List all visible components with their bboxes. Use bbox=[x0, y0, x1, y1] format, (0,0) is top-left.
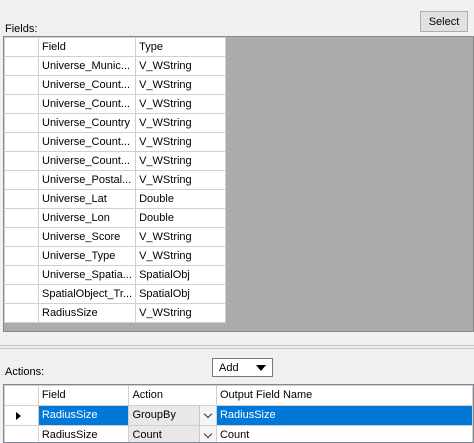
field-name-cell[interactable]: Universe_Count... bbox=[37, 151, 137, 171]
field-name-cell[interactable]: Universe_Count... bbox=[37, 75, 137, 95]
field-type-cell[interactable]: V_WString bbox=[135, 75, 227, 95]
action-value: GroupBy bbox=[132, 409, 176, 421]
fields-row[interactable]: Universe_Lon Double bbox=[4, 208, 227, 228]
current-row-arrow-icon bbox=[16, 411, 21, 420]
action-row-header[interactable] bbox=[4, 425, 39, 442]
field-type-cell[interactable]: V_WString bbox=[135, 246, 227, 266]
fields-row[interactable]: Universe_Type V_WString bbox=[4, 246, 227, 266]
chevron-down-icon bbox=[203, 429, 213, 439]
field-type-cell[interactable]: V_WString bbox=[135, 303, 227, 323]
field-type-cell[interactable]: V_WString bbox=[135, 170, 227, 190]
select-button[interactable]: Select bbox=[420, 11, 468, 32]
field-name-cell[interactable]: Universe_Munic... bbox=[37, 56, 137, 76]
fields-grid[interactable]: Field Type Universe_Munic... V_WString Uni… bbox=[3, 36, 474, 332]
chevron-down-icon bbox=[203, 409, 213, 419]
action-value: Count bbox=[132, 429, 162, 441]
fields-row[interactable]: SpatialObject_Tr... SpatialObj bbox=[4, 284, 227, 304]
action-field-cell[interactable]: RadiusSize bbox=[37, 405, 130, 426]
fields-row[interactable]: Universe_Count... V_WString bbox=[4, 94, 227, 114]
field-type-cell[interactable]: V_WString bbox=[135, 151, 227, 171]
row-header-cell[interactable] bbox=[4, 246, 39, 266]
field-type-cell[interactable]: V_WString bbox=[135, 94, 227, 114]
action-combo-cell[interactable]: Count bbox=[128, 425, 217, 442]
fields-row[interactable]: Universe_Spatia... SpatialObj bbox=[4, 265, 227, 285]
field-type-cell[interactable]: Double bbox=[135, 189, 227, 209]
fields-row[interactable]: Universe_Count... V_WString bbox=[4, 132, 227, 152]
field-name-cell[interactable]: RadiusSize bbox=[37, 303, 137, 323]
fields-row[interactable]: Universe_Lat Double bbox=[4, 189, 227, 209]
field-name-cell[interactable]: Universe_Count... bbox=[37, 94, 137, 114]
action-field-cell[interactable]: RadiusSize bbox=[37, 425, 130, 442]
column-header-field[interactable]: Field bbox=[37, 37, 137, 57]
field-type-cell[interactable]: V_WString bbox=[135, 113, 227, 133]
row-header-cell[interactable] bbox=[4, 227, 39, 247]
field-type-cell[interactable]: SpatialObj bbox=[135, 284, 227, 304]
fields-row[interactable]: Universe_Count... V_WString bbox=[4, 75, 227, 95]
fields-table: Field Type Universe_Munic... V_WString Uni… bbox=[4, 37, 227, 323]
field-name-cell[interactable]: Universe_Type bbox=[37, 246, 137, 266]
field-name-cell[interactable]: Universe_Lon bbox=[37, 208, 137, 228]
column-header-type[interactable]: Type bbox=[135, 37, 227, 57]
field-name-cell[interactable]: SpatialObject_Tr... bbox=[37, 284, 137, 304]
row-header-cell[interactable] bbox=[4, 132, 39, 152]
actions-label: Actions: bbox=[5, 366, 45, 378]
row-header-cell[interactable] bbox=[4, 170, 39, 190]
action-row-header[interactable] bbox=[4, 405, 39, 426]
field-type-cell[interactable]: V_WString bbox=[135, 227, 227, 247]
row-header-cell[interactable] bbox=[4, 151, 39, 171]
fields-label: Fields: bbox=[5, 23, 38, 35]
row-header-cell[interactable] bbox=[4, 208, 39, 228]
panel-splitter[interactable] bbox=[0, 345, 474, 349]
row-header-cell[interactable] bbox=[4, 284, 39, 304]
actions-header-row: Field Action Output Field Name bbox=[4, 385, 473, 406]
action-row[interactable]: RadiusSize GroupBy RadiusSize bbox=[4, 405, 473, 426]
row-header-cell[interactable] bbox=[4, 265, 39, 285]
action-dropdown-button[interactable] bbox=[198, 406, 216, 425]
field-name-cell[interactable]: Universe_Count... bbox=[37, 132, 137, 152]
field-type-cell[interactable]: V_WString bbox=[135, 132, 227, 152]
field-type-cell[interactable]: Double bbox=[135, 208, 227, 228]
field-name-cell[interactable]: Universe_Lat bbox=[37, 189, 137, 209]
field-type-cell[interactable]: SpatialObj bbox=[135, 265, 227, 285]
caret-down-icon bbox=[256, 365, 266, 371]
field-name-cell[interactable]: Universe_Country bbox=[37, 113, 137, 133]
actions-corner-cell bbox=[4, 385, 39, 406]
actions-table: Field Action Output Field Name RadiusSiz… bbox=[4, 385, 473, 442]
column-header-action[interactable]: Action bbox=[128, 385, 217, 406]
row-header-cell[interactable] bbox=[4, 113, 39, 133]
row-header-cell[interactable] bbox=[4, 189, 39, 209]
field-name-cell[interactable]: Universe_Spatia... bbox=[37, 265, 137, 285]
field-type-cell[interactable]: V_WString bbox=[135, 56, 227, 76]
fields-row[interactable]: Universe_Country V_WString bbox=[4, 113, 227, 133]
fields-row[interactable]: Universe_Count... V_WString bbox=[4, 151, 227, 171]
actions-grid[interactable]: Field Action Output Field Name RadiusSiz… bbox=[3, 384, 474, 443]
row-header-cell[interactable] bbox=[4, 75, 39, 95]
fields-row[interactable]: RadiusSize V_WString bbox=[4, 303, 227, 323]
add-dropdown-button[interactable]: Add bbox=[212, 358, 273, 377]
output-field-name-cell[interactable]: Count bbox=[215, 425, 473, 442]
add-button-label: Add bbox=[219, 361, 239, 374]
fields-row[interactable]: Universe_Munic... V_WString bbox=[4, 56, 227, 76]
row-header-cell[interactable] bbox=[4, 56, 39, 76]
fields-corner-cell bbox=[4, 37, 39, 57]
action-row[interactable]: RadiusSize Count Count bbox=[4, 425, 473, 442]
field-name-cell[interactable]: Universe_Score bbox=[37, 227, 137, 247]
row-header-cell[interactable] bbox=[4, 303, 39, 323]
field-name-cell[interactable]: Universe_Postal... bbox=[37, 170, 137, 190]
fields-row[interactable]: Universe_Postal... V_WString bbox=[4, 170, 227, 190]
fields-row[interactable]: Universe_Score V_WString bbox=[4, 227, 227, 247]
row-header-cell[interactable] bbox=[4, 94, 39, 114]
fields-header-row: Field Type bbox=[4, 37, 227, 57]
column-header-output-field-name[interactable]: Output Field Name bbox=[215, 385, 473, 406]
action-dropdown-button[interactable] bbox=[198, 426, 216, 442]
output-field-name-cell[interactable]: RadiusSize bbox=[215, 405, 473, 426]
column-header-action-field[interactable]: Field bbox=[37, 385, 130, 406]
action-combo-cell[interactable]: GroupBy bbox=[128, 405, 217, 426]
